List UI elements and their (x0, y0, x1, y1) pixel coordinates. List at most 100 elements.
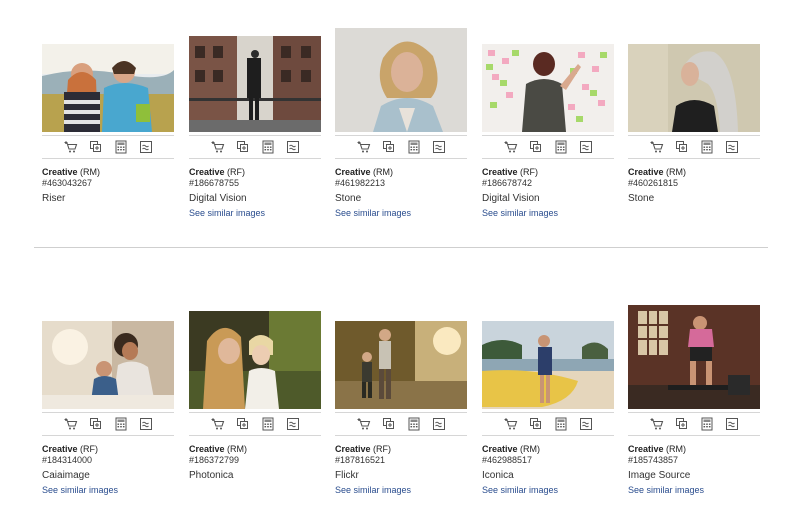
similar-icon[interactable] (725, 140, 739, 154)
image-id: #184314000 (42, 455, 93, 465)
add-to-lightbox-icon[interactable] (382, 417, 396, 431)
image-thumbnail[interactable] (628, 44, 760, 132)
action-bar (628, 412, 760, 436)
image-card: Creative (RF) #184314000 Caiaimage See s… (42, 305, 174, 495)
see-similar-link[interactable]: See similar images (482, 207, 632, 220)
row-divider (34, 247, 768, 248)
license-label: Creative (RF) (42, 444, 99, 454)
calculate-price-icon[interactable] (407, 140, 421, 154)
calculate-price-icon[interactable] (261, 140, 275, 154)
calculate-price-icon[interactable] (700, 417, 714, 431)
add-to-cart-icon[interactable] (64, 417, 78, 431)
image-card: Creative (RM) #462988517 Iconica See sim… (482, 305, 614, 495)
image-thumbnail[interactable] (189, 311, 321, 409)
add-to-cart-icon[interactable] (64, 140, 78, 154)
image-id: #186678742 (482, 178, 533, 188)
see-similar-link[interactable]: See similar images (482, 484, 632, 497)
calculate-price-icon[interactable] (554, 140, 568, 154)
similar-icon[interactable] (579, 417, 593, 431)
add-to-lightbox-icon[interactable] (236, 417, 250, 431)
collection-name: Photonica (189, 470, 234, 481)
image-id: #186372799 (189, 455, 240, 465)
similar-icon[interactable] (579, 140, 593, 154)
add-to-cart-icon[interactable] (357, 140, 371, 154)
license-label: Creative (RM) (42, 167, 101, 177)
image-card: Creative (RF) #186678742 Digital Vision … (482, 28, 614, 218)
add-to-lightbox-icon[interactable] (529, 140, 543, 154)
collection-name: Caiaimage (42, 470, 90, 481)
calculate-price-icon[interactable] (554, 417, 568, 431)
image-card: Creative (RM) #461982213 Stone See simil… (335, 28, 467, 218)
see-similar-link[interactable]: See similar images (628, 484, 778, 497)
similar-icon[interactable] (432, 140, 446, 154)
action-bar (42, 135, 174, 159)
image-id: #186678755 (189, 178, 240, 188)
add-to-lightbox-icon[interactable] (382, 140, 396, 154)
see-similar-link[interactable]: See similar images (335, 484, 485, 497)
image-thumbnail[interactable] (482, 44, 614, 132)
action-bar (482, 135, 614, 159)
similar-icon[interactable] (139, 140, 153, 154)
similar-icon[interactable] (725, 417, 739, 431)
add-to-cart-icon[interactable] (357, 417, 371, 431)
image-id: #463043267 (42, 178, 93, 188)
action-bar (335, 135, 467, 159)
image-thumbnail[interactable] (628, 305, 760, 409)
calculate-price-icon[interactable] (261, 417, 275, 431)
image-id: #461982213 (335, 178, 386, 188)
action-bar (628, 135, 760, 159)
collection-name: Stone (335, 193, 362, 204)
image-card: Creative (RM) #185743857 Image Source Se… (628, 305, 760, 495)
image-thumbnail[interactable] (42, 321, 174, 409)
collection-name: Stone (628, 193, 655, 204)
image-id: #462988517 (482, 455, 533, 465)
image-thumbnail[interactable] (189, 36, 321, 132)
add-to-cart-icon[interactable] (650, 417, 664, 431)
image-id: #460261815 (628, 178, 679, 188)
collection-name: Image Source (628, 470, 691, 481)
image-thumbnail[interactable] (482, 321, 614, 409)
add-to-cart-icon[interactable] (504, 417, 518, 431)
add-to-lightbox-icon[interactable] (236, 140, 250, 154)
add-to-cart-icon[interactable] (650, 140, 664, 154)
similar-icon[interactable] (139, 417, 153, 431)
see-similar-link[interactable]: See similar images (335, 207, 485, 220)
image-thumbnail[interactable] (335, 321, 467, 409)
image-card: Creative (RF) #186678755 Digital Vision … (189, 28, 321, 218)
collection-name: Riser (42, 193, 66, 204)
action-bar (335, 412, 467, 436)
collection-name: Digital Vision (482, 193, 540, 204)
image-id: #185743857 (628, 455, 679, 465)
calculate-price-icon[interactable] (700, 140, 714, 154)
similar-icon[interactable] (432, 417, 446, 431)
image-thumbnail[interactable] (335, 28, 467, 132)
add-to-lightbox-icon[interactable] (89, 417, 103, 431)
image-thumbnail[interactable] (42, 44, 174, 132)
calculate-price-icon[interactable] (114, 140, 128, 154)
license-label: Creative (RM) (628, 444, 687, 454)
license-label: Creative (RF) (482, 167, 539, 177)
collection-name: Iconica (482, 470, 514, 481)
similar-icon[interactable] (286, 417, 300, 431)
action-bar (482, 412, 614, 436)
calculate-price-icon[interactable] (114, 417, 128, 431)
license-label: Creative (RM) (482, 444, 541, 454)
add-to-cart-icon[interactable] (211, 417, 225, 431)
add-to-lightbox-icon[interactable] (675, 417, 689, 431)
license-label: Creative (RM) (335, 167, 394, 177)
add-to-cart-icon[interactable] (211, 140, 225, 154)
add-to-lightbox-icon[interactable] (89, 140, 103, 154)
calculate-price-icon[interactable] (407, 417, 421, 431)
see-similar-link[interactable]: See similar images (42, 484, 192, 497)
add-to-cart-icon[interactable] (504, 140, 518, 154)
action-bar (42, 412, 174, 436)
add-to-lightbox-icon[interactable] (529, 417, 543, 431)
add-to-lightbox-icon[interactable] (675, 140, 689, 154)
image-card: Creative (RM) #460261815 Stone (628, 28, 760, 204)
see-similar-link[interactable]: See similar images (189, 207, 339, 220)
similar-icon[interactable] (286, 140, 300, 154)
collection-name: Flickr (335, 470, 359, 481)
action-bar (189, 135, 321, 159)
license-label: Creative (RF) (189, 167, 246, 177)
image-id: #187816521 (335, 455, 386, 465)
